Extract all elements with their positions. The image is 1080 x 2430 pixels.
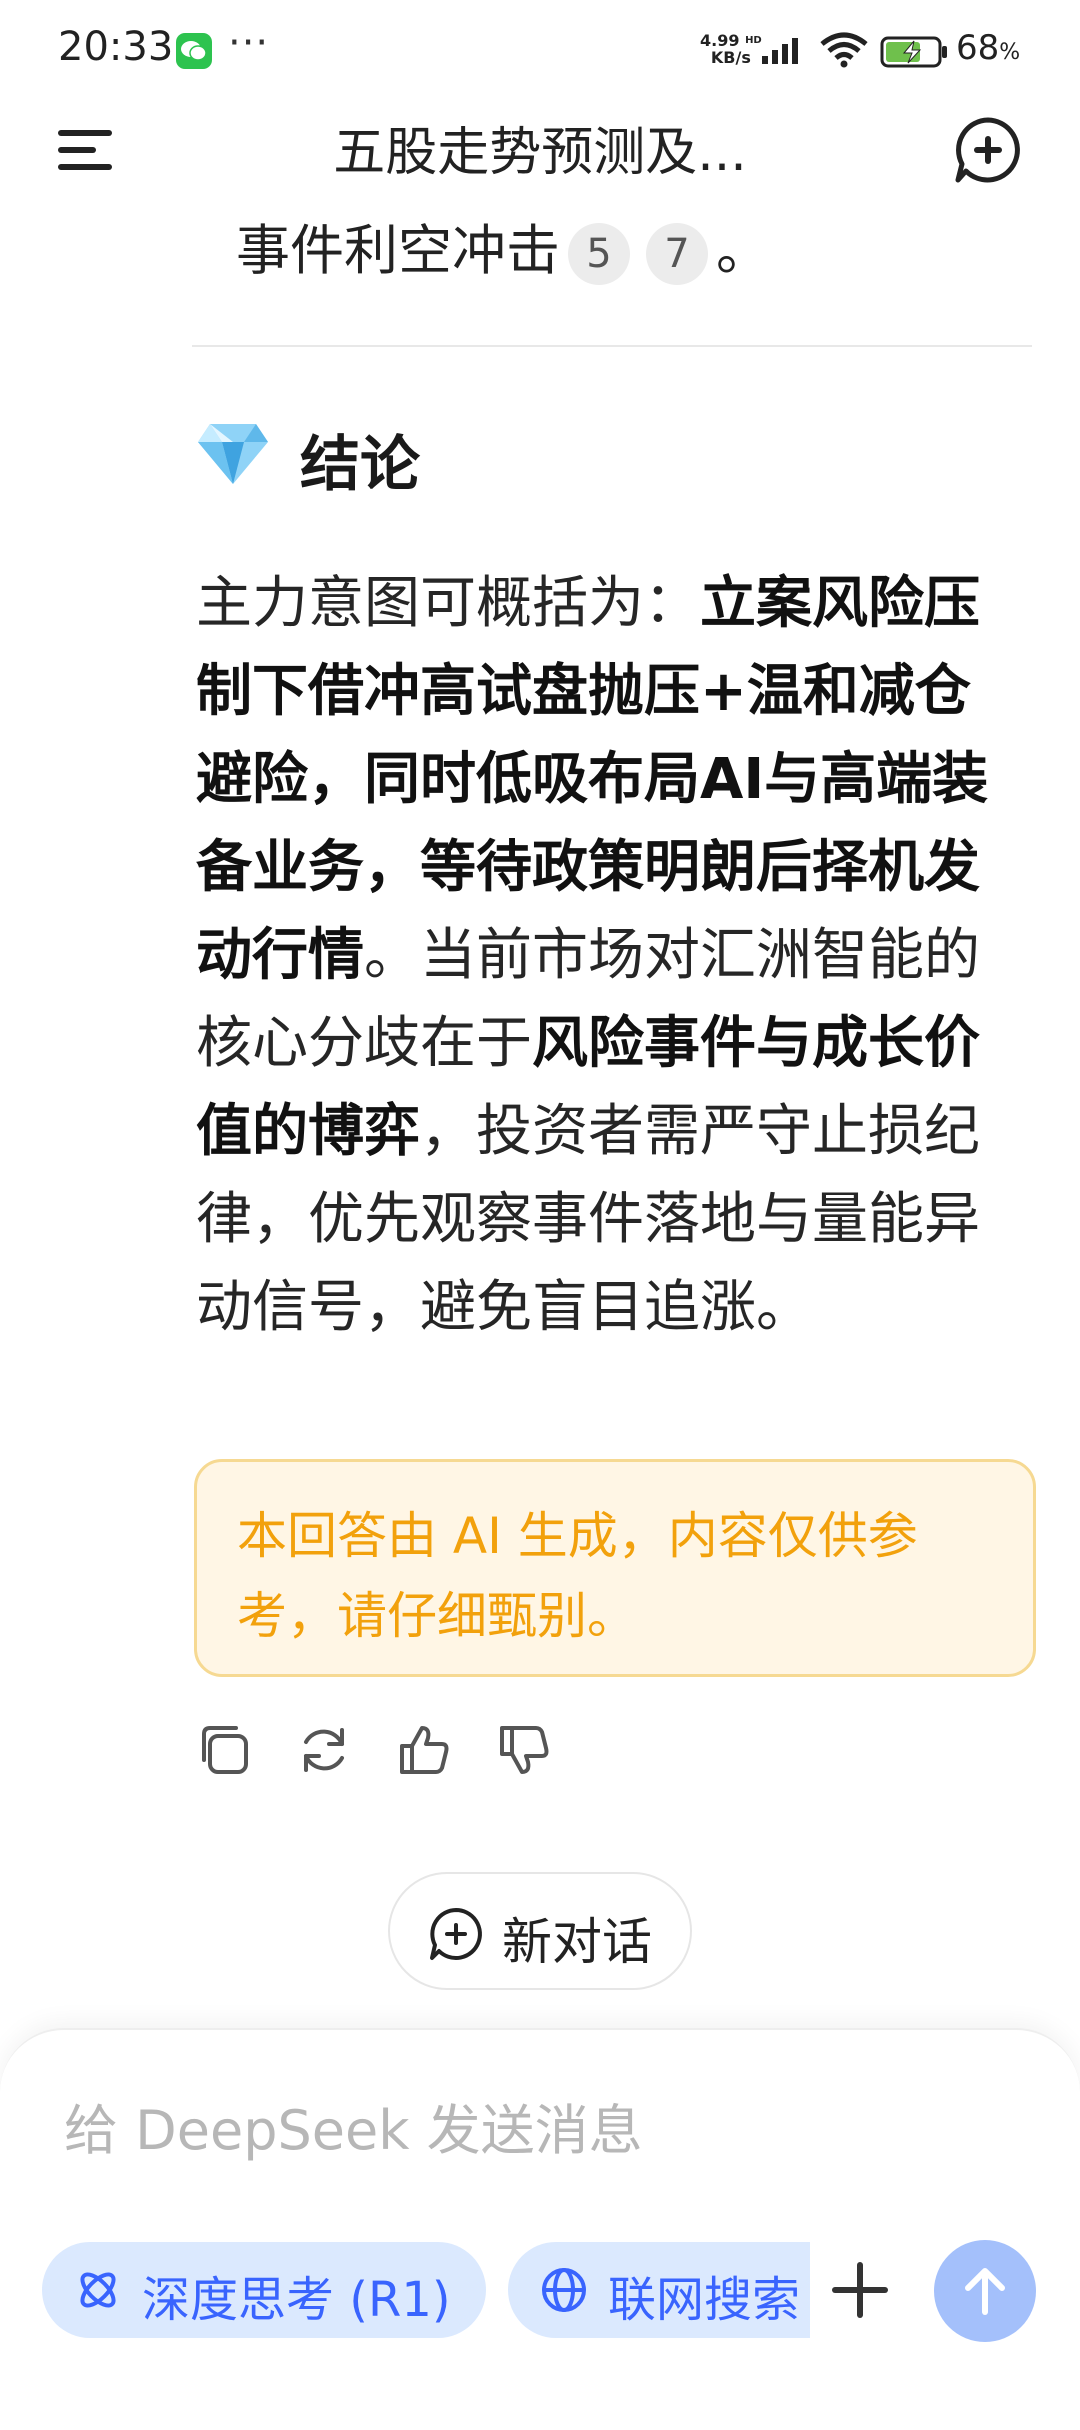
thumbs-up-icon[interactable] xyxy=(396,1722,452,1778)
deep-think-toggle[interactable]: 深度思考 (R1) xyxy=(42,2242,486,2338)
menu-icon[interactable] xyxy=(54,124,118,176)
previous-text-tail: 。 xyxy=(716,219,770,282)
new-conversation-button[interactable]: 新对话 xyxy=(388,1872,692,1990)
regenerate-icon[interactable] xyxy=(296,1722,352,1778)
web-search-toggle[interactable]: 联网搜索 xyxy=(508,2242,810,2338)
status-bar: 20:33 ··· 4.99 HD KB/s 68% xyxy=(0,0,1080,100)
message-input[interactable]: 给 DeepSeek 发送消息 xyxy=(64,2086,643,2165)
diamond-icon xyxy=(198,424,268,484)
arrow-up-icon xyxy=(965,2268,1005,2315)
wechat-notification-icon xyxy=(176,33,212,69)
add-attachment-icon[interactable] xyxy=(826,2256,894,2324)
thumbs-down-icon[interactable] xyxy=(496,1722,552,1778)
status-time: 20:33 xyxy=(58,24,174,70)
battery-unit: % xyxy=(999,40,1021,65)
conclusion-paragraph: 主力意图可概括为：立案风险压制下借冲高试盘抛压+温和减仓避险，同时低吸布局AI与… xyxy=(196,560,1026,1352)
new-chat-icon[interactable] xyxy=(952,114,1024,186)
previous-text: 事件利空冲击 xyxy=(236,219,560,282)
atom-icon xyxy=(80,2272,116,2308)
message-composer: 给 DeepSeek 发送消息 深度思考 (R1) 联网搜索 xyxy=(0,2028,1080,2430)
battery-value: 68 xyxy=(956,28,1000,68)
disclaimer-text: 本回答由 AI 生成，内容仅供参考，请仔细甄别。 xyxy=(237,1507,918,1645)
section-title: 结论 xyxy=(300,430,420,500)
wifi-icon xyxy=(820,32,868,68)
ai-disclaimer: 本回答由 AI 生成，内容仅供参考，请仔细甄别。 xyxy=(194,1459,1036,1677)
new-conversation-label: 新对话 xyxy=(502,1913,652,1971)
new-chat-icon xyxy=(430,1908,482,1960)
network-speed: 4.99 HD KB/s xyxy=(700,32,762,66)
citation-badge[interactable]: 7 xyxy=(646,223,708,286)
cellular-signal-icon xyxy=(762,38,798,64)
network-speed-unit: KB/s xyxy=(710,48,751,67)
citation-badge[interactable]: 5 xyxy=(568,223,630,286)
previous-text-line: 事件利空冲击 5 7。 xyxy=(236,206,770,286)
more-notifications-indicator: ··· xyxy=(228,20,270,66)
conversation-title[interactable]: 五股走势预测及... xyxy=(240,110,840,185)
globe-icon xyxy=(542,2268,586,2312)
chat-header: 五股走势预测及... xyxy=(0,100,1080,200)
copy-icon[interactable] xyxy=(196,1722,252,1778)
web-search-label: 联网搜索 xyxy=(608,2272,801,2328)
send-button[interactable] xyxy=(934,2240,1036,2342)
battery-percent: 68% xyxy=(956,28,1020,68)
paragraph-text: 主力意图可概括为： xyxy=(196,571,700,636)
section-divider xyxy=(192,345,1032,347)
battery-charging-icon xyxy=(880,36,947,68)
deep-think-label: 深度思考 (R1) xyxy=(142,2272,451,2328)
